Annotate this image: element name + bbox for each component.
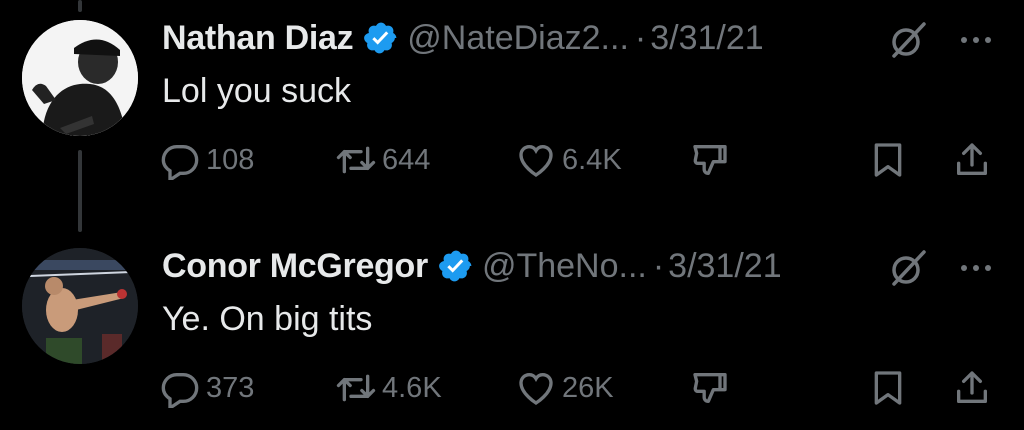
timestamp[interactable]: 3/31/21 (668, 247, 781, 286)
handle[interactable]: @TheNo... (482, 247, 647, 286)
more-icon[interactable] (956, 20, 996, 60)
reply-icon (161, 145, 199, 180)
share-button[interactable] (952, 364, 998, 412)
display-name[interactable]: Nathan Diaz (162, 19, 354, 58)
retweet-icon (336, 146, 376, 174)
action-bar: 373 4.6K 26K (160, 364, 1000, 412)
tweet-header: Conor McGregor @TheNo... · 3/31/21 (162, 244, 782, 288)
reply-icon (161, 373, 199, 408)
retweet-button[interactable]: 644 (336, 136, 430, 184)
avatar[interactable] (22, 20, 138, 136)
bookmark-button[interactable] (868, 364, 914, 412)
like-icon (519, 372, 553, 405)
dislike-button[interactable] (690, 136, 736, 184)
tweet[interactable]: Conor McGregor @TheNo... · 3/31/21 Ye. O… (0, 244, 1024, 430)
like-count: 26K (562, 371, 614, 404)
grok-icon[interactable] (888, 20, 928, 60)
verified-badge-icon (439, 250, 472, 282)
handle[interactable]: @NateDiaz2... (407, 19, 629, 58)
verified-badge-icon (364, 22, 397, 54)
retweet-icon (336, 374, 376, 402)
like-count: 6.4K (562, 143, 622, 176)
thread-line-top (78, 0, 82, 12)
dislike-icon (693, 373, 727, 403)
separator-dot: · (634, 18, 647, 57)
avatar[interactable] (22, 248, 138, 364)
like-icon (519, 144, 553, 177)
tweet-text: Ye. On big tits (162, 300, 373, 338)
share-button[interactable] (952, 136, 998, 184)
share-icon (957, 143, 987, 175)
action-bar: 108 644 6.4K (160, 136, 1000, 184)
timestamp[interactable]: 3/31/21 (650, 19, 763, 58)
separator-dot: · (652, 246, 665, 285)
bookmark-button[interactable] (868, 136, 914, 184)
dislike-icon (693, 145, 727, 175)
grok-icon[interactable] (888, 248, 928, 288)
retweet-button[interactable]: 4.6K (336, 364, 442, 412)
tweet-text: Lol you suck (162, 72, 351, 110)
reply-count: 373 (206, 371, 255, 404)
like-button[interactable]: 26K (516, 364, 614, 412)
more-icon[interactable] (956, 248, 996, 288)
tweet-header: Nathan Diaz @NateDiaz2... · 3/31/21 (162, 16, 764, 60)
retweet-count: 4.6K (382, 371, 442, 404)
tweet[interactable]: Nathan Diaz @NateDiaz2... · 3/31/21 Lol … (0, 16, 1024, 216)
dislike-button[interactable] (690, 364, 736, 412)
reply-button[interactable]: 373 (160, 364, 254, 412)
reply-count: 108 (206, 143, 255, 176)
share-icon (957, 371, 987, 403)
bookmark-icon (874, 371, 902, 405)
like-button[interactable]: 6.4K (516, 136, 622, 184)
retweet-count: 644 (382, 143, 431, 176)
reply-button[interactable]: 108 (160, 136, 254, 184)
display-name[interactable]: Conor McGregor (162, 247, 428, 286)
bookmark-icon (874, 143, 902, 177)
